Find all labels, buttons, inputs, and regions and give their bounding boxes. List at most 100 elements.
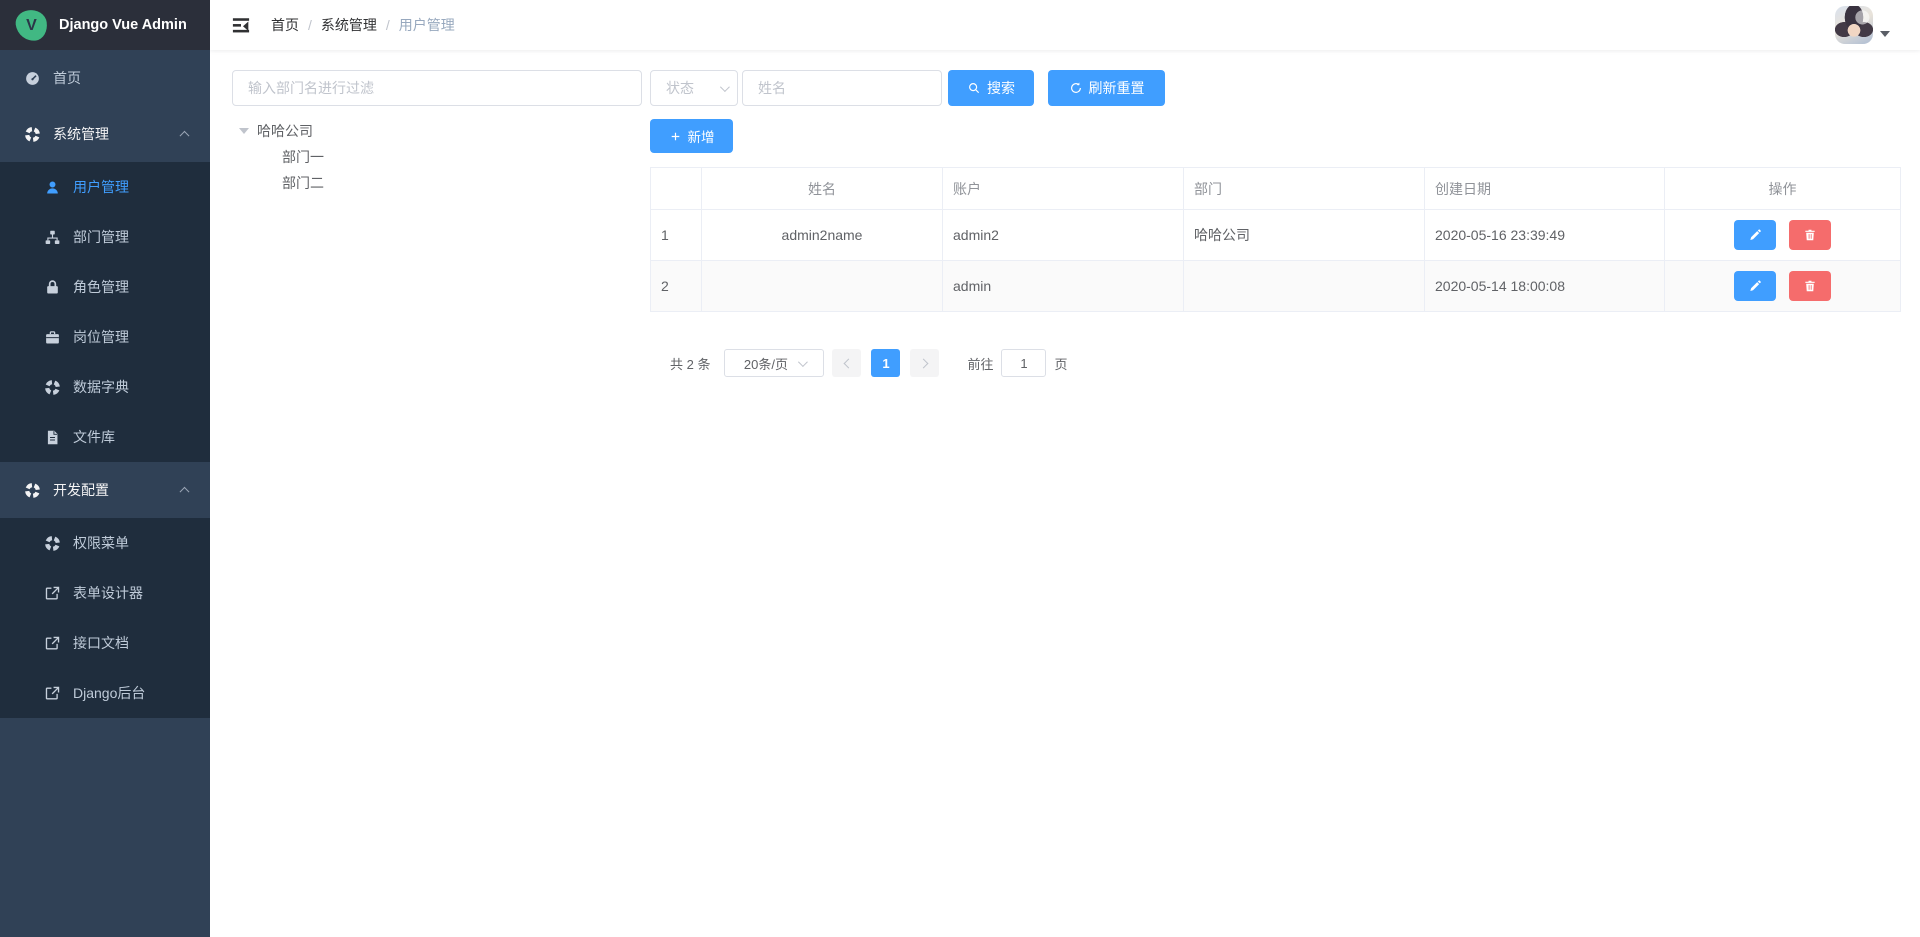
- cell-dept: 哈哈公司: [1184, 210, 1425, 261]
- page-number-1[interactable]: 1: [871, 349, 900, 377]
- col-header-name: 姓名: [702, 168, 943, 210]
- chevron-up-icon: [180, 487, 190, 497]
- submenu-system: 用户管理 部门管理 角色管理 岗位管理 数据字典 文件库: [0, 162, 210, 462]
- sidebar-item-label: 数据字典: [73, 377, 129, 397]
- sidebar-item-data-dict[interactable]: 数据字典: [0, 362, 210, 412]
- col-header-dept: 部门: [1184, 168, 1425, 210]
- breadcrumb-system[interactable]: 系统管理: [321, 15, 377, 35]
- sidebar-item-label: Django后台: [73, 683, 145, 703]
- sidebar-item-label: 角色管理: [73, 277, 129, 297]
- dept-filter-input[interactable]: [232, 70, 642, 106]
- sidebar-item-form-designer[interactable]: 表单设计器: [0, 568, 210, 618]
- page-unit-label: 页: [1054, 354, 1067, 373]
- breadcrumb-current: 用户管理: [399, 15, 455, 35]
- chevron-right-icon: [919, 358, 929, 368]
- edit-pencil-icon: [1748, 228, 1762, 242]
- sidebar-item-user-mgmt[interactable]: 用户管理: [0, 162, 210, 212]
- page-size-select[interactable]: 20条/页: [724, 349, 824, 377]
- tree-expand-icon[interactable]: [239, 128, 249, 134]
- sidebar: V Django Vue Admin 首页 系统管理 用户管理 部门管理 角色管…: [0, 0, 210, 937]
- lock-icon: [44, 279, 61, 296]
- app-title: Django Vue Admin: [59, 17, 187, 33]
- page-size-value: 20条/页: [744, 354, 788, 373]
- sidebar-item-django-admin[interactable]: Django后台: [0, 668, 210, 718]
- edit-button[interactable]: [1734, 271, 1776, 301]
- caret-down-icon: [1880, 31, 1890, 37]
- sidebar-item-post-mgmt[interactable]: 岗位管理: [0, 312, 210, 362]
- sidebar-item-label: 用户管理: [73, 177, 129, 197]
- sidebar-item-label: 岗位管理: [73, 327, 129, 347]
- refresh-reset-button[interactable]: 刷新重置: [1048, 70, 1165, 106]
- sidebar-item-dept-mgmt[interactable]: 部门管理: [0, 212, 210, 262]
- sidebar-section-label: 系统管理: [53, 124, 109, 144]
- tree-node-label: 部门二: [282, 173, 324, 193]
- sidebar-item-label: 接口文档: [73, 633, 129, 653]
- status-select[interactable]: 状态: [650, 70, 738, 106]
- goto-page-input[interactable]: [1001, 349, 1046, 377]
- cell-created: 2020-05-14 18:00:08: [1425, 261, 1665, 312]
- tree-node-root[interactable]: 哈哈公司: [232, 118, 642, 144]
- table-header-row: 姓名 账户 部门 创建日期 操作: [651, 168, 1901, 210]
- sidebar-item-home[interactable]: 首页: [0, 50, 210, 106]
- sidebar-section-system[interactable]: 系统管理: [0, 106, 210, 162]
- org-tree-icon: [44, 229, 61, 246]
- user-icon: [44, 179, 61, 196]
- tree-node-label: 哈哈公司: [257, 121, 313, 141]
- tree-node-child[interactable]: 部门一: [232, 144, 642, 170]
- plus-icon: [669, 130, 682, 143]
- app-logo-bar[interactable]: V Django Vue Admin: [0, 0, 210, 50]
- sidebar-section-dev-config[interactable]: 开发配置: [0, 462, 210, 518]
- sidebar-item-permission-menu[interactable]: 权限菜单: [0, 518, 210, 568]
- sidebar-item-api-docs[interactable]: 接口文档: [0, 618, 210, 668]
- sidebar-section-label: 开发配置: [53, 480, 109, 500]
- delete-button[interactable]: [1789, 271, 1831, 301]
- breadcrumb-home[interactable]: 首页: [271, 15, 299, 35]
- cell-account: admin: [943, 261, 1184, 312]
- add-user-button[interactable]: 新增: [650, 119, 733, 153]
- status-select-placeholder: 状态: [666, 78, 720, 98]
- cell-created: 2020-05-16 23:39:49: [1425, 210, 1665, 261]
- sidebar-toggle-button[interactable]: [225, 9, 257, 41]
- user-panel: 状态 搜索 刷新重置 新增: [650, 70, 1901, 377]
- sidebar-item-role-mgmt[interactable]: 角色管理: [0, 262, 210, 312]
- sidebar-item-file-lib[interactable]: 文件库: [0, 412, 210, 462]
- table-row: 1 admin2name admin2 哈哈公司 2020-05-16 23:3…: [651, 210, 1901, 261]
- pagination-total: 共 2 条: [670, 354, 710, 373]
- col-header-actions: 操作: [1665, 168, 1901, 210]
- avatar[interactable]: [1835, 6, 1873, 44]
- user-menu[interactable]: [1835, 6, 1890, 44]
- pagination: 共 2 条 20条/页 1 前往 页: [670, 349, 1901, 377]
- trash-icon: [1803, 228, 1817, 242]
- trash-icon: [1803, 279, 1817, 293]
- hamburger-fold-icon: [231, 15, 251, 35]
- dept-tree: 哈哈公司 部门一 部门二: [232, 118, 642, 196]
- app-logo-icon: V: [14, 7, 49, 42]
- edit-button[interactable]: [1734, 220, 1776, 250]
- next-page-button[interactable]: [910, 349, 939, 377]
- component-icon: [44, 379, 61, 396]
- cell-actions: [1665, 261, 1901, 312]
- cell-index: 2: [651, 261, 702, 312]
- name-filter-input[interactable]: [742, 70, 942, 106]
- delete-button[interactable]: [1789, 220, 1831, 250]
- breadcrumb-separator: /: [308, 17, 312, 33]
- table-row: 2 admin 2020-05-14 18:00:08: [651, 261, 1901, 312]
- edit-pencil-icon: [1748, 279, 1762, 293]
- col-header-index: [651, 168, 702, 210]
- user-table: 姓名 账户 部门 创建日期 操作 1 admin2name admin2 哈哈公…: [650, 167, 1901, 312]
- search-button[interactable]: 搜索: [948, 70, 1034, 106]
- col-header-account: 账户: [943, 168, 1184, 210]
- goto-label: 前往: [967, 354, 993, 373]
- submenu-dev-config: 权限菜单 表单设计器 接口文档 Django后台: [0, 518, 210, 718]
- component-icon: [24, 126, 41, 143]
- chevron-up-icon: [180, 131, 190, 141]
- breadcrumb-separator: /: [386, 17, 390, 33]
- cell-name: [702, 261, 943, 312]
- sidebar-item-label: 首页: [53, 68, 81, 88]
- tree-node-child[interactable]: 部门二: [232, 170, 642, 196]
- cell-actions: [1665, 210, 1901, 261]
- sidebar-item-label: 权限菜单: [73, 533, 129, 553]
- tree-node-label: 部门一: [282, 147, 324, 167]
- cell-name: admin2name: [702, 210, 943, 261]
- prev-page-button[interactable]: [832, 349, 861, 377]
